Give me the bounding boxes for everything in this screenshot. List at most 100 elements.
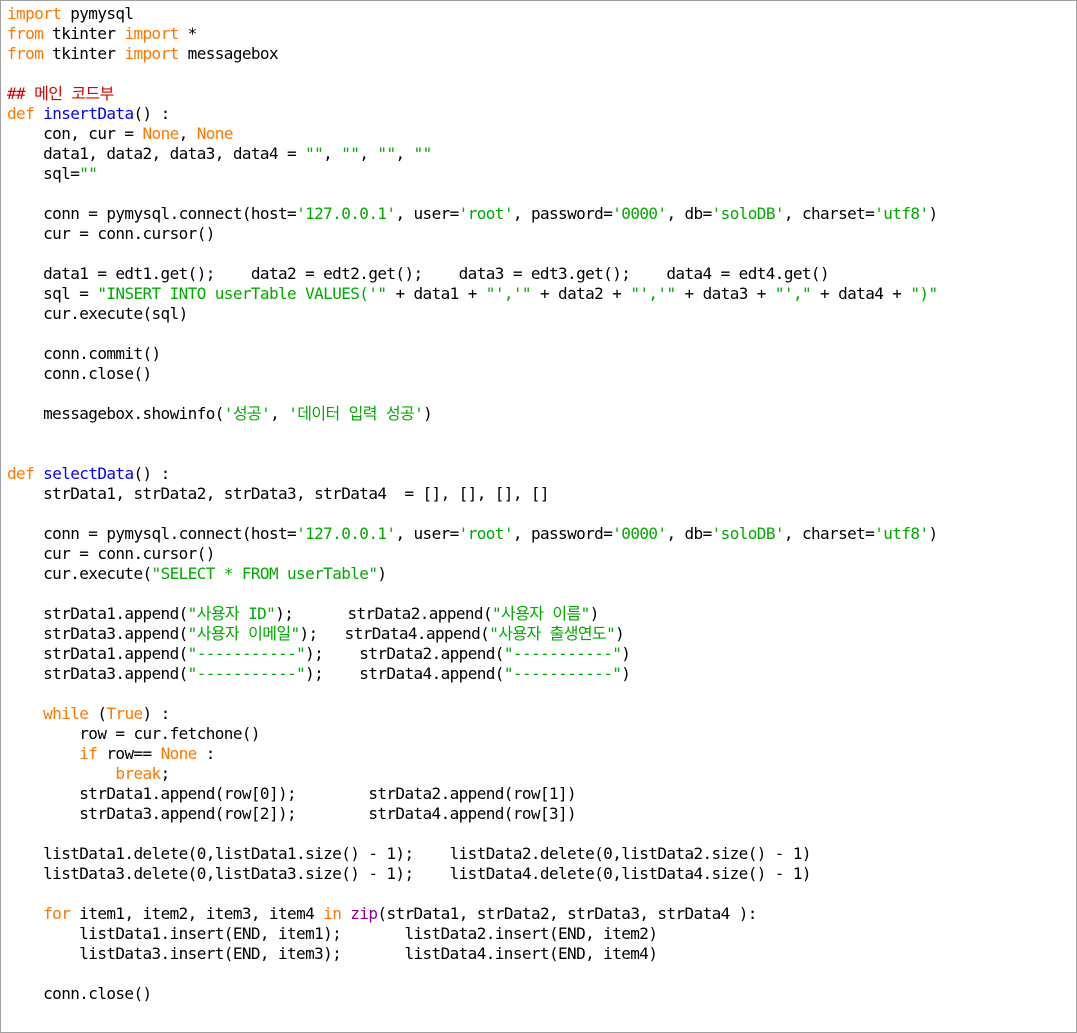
code-line[interactable]: from tkinter import *: [7, 24, 938, 44]
code-token-string: "": [341, 144, 360, 163]
code-token-string: "-----------": [503, 664, 622, 683]
code-token-keyword: def: [7, 464, 35, 483]
code-token-default: ): [423, 404, 433, 423]
code-token-string: "사용자 출생연도": [489, 624, 616, 643]
code-token-default: , password=: [512, 524, 613, 543]
code-token-string: '성공': [223, 404, 271, 423]
code-line[interactable]: strData3.append("-----------"); strData4…: [7, 664, 938, 684]
code-line[interactable]: cur = conn.cursor(): [7, 224, 938, 244]
code-line[interactable]: strData1.append("사용자 ID"); strData2.appe…: [7, 604, 938, 624]
code-line[interactable]: data1 = edt1.get(); data2 = edt2.get(); …: [7, 264, 938, 284]
code-token-keyword: None: [196, 124, 234, 143]
code-line[interactable]: [7, 64, 938, 84]
code-token-default: strData1.append(row[0]); strData2.append…: [7, 784, 577, 803]
code-token-default: item1, item2, item3, item4: [70, 904, 324, 923]
code-token-default: row = cur.fetchone(): [7, 724, 260, 743]
code-line[interactable]: strData3.append(row[2]); strData4.append…: [7, 804, 938, 824]
code-line[interactable]: for item1, item2, item3, item4 in zip(st…: [7, 904, 938, 924]
code-token-keyword: None: [160, 744, 198, 763]
code-line[interactable]: conn = pymysql.connect(host='127.0.0.1',…: [7, 524, 938, 544]
code-line[interactable]: conn.close(): [7, 364, 938, 384]
code-token-string: 'soloDB': [711, 524, 785, 543]
code-token-comment: ## 메인 코드부: [7, 84, 114, 103]
code-token-string: "INSERT INTO userTable VALUES('": [97, 284, 387, 303]
code-line[interactable]: [7, 424, 938, 444]
code-line[interactable]: conn.commit(): [7, 344, 938, 364]
code-token-default: () :: [133, 464, 171, 483]
code-token-keyword: from: [7, 44, 44, 63]
code-line[interactable]: from tkinter import messagebox: [7, 44, 938, 64]
code-line[interactable]: data1, data2, data3, data4 = "", "", "",…: [7, 144, 938, 164]
code-line[interactable]: strData3.append("사용자 이메일"); strData4.app…: [7, 624, 938, 644]
code-line[interactable]: break;: [7, 764, 938, 784]
code-line[interactable]: cur = conn.cursor(): [7, 544, 938, 564]
code-token-default: conn.close(): [7, 364, 152, 383]
code-line[interactable]: [7, 384, 938, 404]
code-line[interactable]: [7, 504, 938, 524]
code-token-default: ): [621, 644, 631, 663]
code-token-default: *: [178, 24, 198, 43]
code-line[interactable]: listData1.insert(END, item1); listData2.…: [7, 924, 938, 944]
code-line[interactable]: if row== None :: [7, 744, 938, 764]
code-token-default: , db=: [666, 204, 712, 223]
code-token-default: ): [589, 604, 600, 623]
code-token-string: '127.0.0.1': [296, 204, 396, 223]
code-token-string: "','": [485, 284, 532, 303]
code-line[interactable]: import pymysql: [7, 4, 938, 24]
code-token-default: strData1.append(: [7, 604, 188, 623]
code-text[interactable]: import pymysql from tkinter import * from …: [7, 4, 938, 1004]
code-token-string: "사용자 ID": [187, 604, 276, 623]
code-token-default: conn = pymysql.connect(host=: [7, 204, 297, 223]
code-token-default: messagebox.showinfo(: [7, 404, 224, 423]
code-line[interactable]: def selectData() :: [7, 464, 938, 484]
code-line[interactable]: [7, 584, 938, 604]
code-line[interactable]: sql = "INSERT INTO userTable VALUES('" +…: [7, 284, 938, 304]
code-line[interactable]: cur.execute("SELECT * FROM userTable"): [7, 564, 938, 584]
code-line[interactable]: [7, 824, 938, 844]
code-token-default: [7, 704, 43, 723]
code-token-keyword: import: [124, 44, 179, 63]
code-token-default: [34, 464, 43, 483]
code-token-default: messagebox: [178, 44, 279, 63]
code-line[interactable]: [7, 964, 938, 984]
code-line[interactable]: def insertData() :: [7, 104, 938, 124]
code-token-default: [341, 904, 350, 923]
code-line[interactable]: strData1, strData2, strData3, strData4 =…: [7, 484, 938, 504]
code-token-default: ); strData4.append(: [299, 624, 490, 643]
code-line[interactable]: [7, 184, 938, 204]
code-token-default: strData1.append(: [7, 644, 188, 663]
code-token-string: '0000': [612, 204, 667, 223]
code-line[interactable]: sql="": [7, 164, 938, 184]
code-token-default: strData3.append(: [7, 624, 188, 643]
code-line[interactable]: [7, 884, 938, 904]
code-token-default: tkinter: [43, 44, 125, 63]
code-editor[interactable]: import pymysql from tkinter import * from …: [0, 0, 1077, 1033]
code-line[interactable]: con, cur = None, None: [7, 124, 938, 144]
code-line[interactable]: listData1.delete(0,listData1.size() - 1)…: [7, 844, 938, 864]
code-line[interactable]: [7, 324, 938, 344]
code-line[interactable]: [7, 444, 938, 464]
code-token-string: "": [305, 144, 324, 163]
code-token-default: + data3 +: [675, 284, 775, 303]
code-token-default: strData3.append(row[2]); strData4.append…: [7, 804, 577, 823]
code-line[interactable]: listData3.delete(0,listData3.size() - 1)…: [7, 864, 938, 884]
code-token-builtin: zip: [350, 904, 378, 923]
code-token-default: ;: [160, 764, 171, 783]
code-line[interactable]: listData3.insert(END, item3); listData4.…: [7, 944, 938, 964]
code-line[interactable]: strData1.append("-----------"); strData2…: [7, 644, 938, 664]
code-token-string: "SELECT * FROM userTable": [151, 564, 378, 583]
code-token-string: ")": [910, 284, 938, 303]
code-line[interactable]: [7, 684, 938, 704]
code-line[interactable]: ## 메인 코드부: [7, 84, 938, 104]
code-token-string: '127.0.0.1': [296, 524, 396, 543]
code-line[interactable]: cur.execute(sql): [7, 304, 938, 324]
code-line[interactable]: strData1.append(row[0]); strData2.append…: [7, 784, 938, 804]
code-line[interactable]: conn = pymysql.connect(host='127.0.0.1',…: [7, 204, 938, 224]
code-line[interactable]: [7, 244, 938, 264]
code-line[interactable]: row = cur.fetchone(): [7, 724, 938, 744]
code-token-string: "": [413, 144, 433, 163]
code-line[interactable]: messagebox.showinfo('성공', '데이터 입력 성공'): [7, 404, 938, 424]
code-line[interactable]: while (True) :: [7, 704, 938, 724]
code-line[interactable]: conn.close(): [7, 984, 938, 1004]
code-token-default: , user=: [395, 524, 459, 543]
